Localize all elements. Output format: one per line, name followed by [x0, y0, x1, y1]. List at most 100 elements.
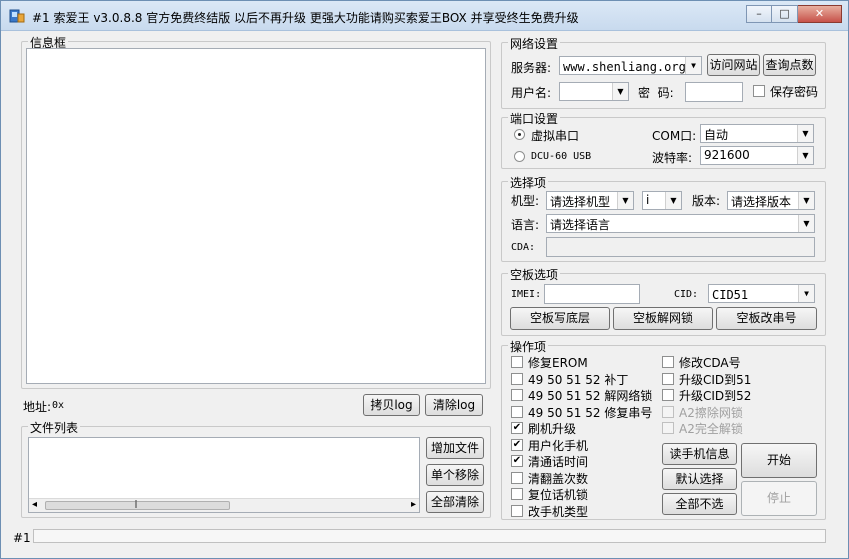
operation-label: 刷机升级 — [528, 422, 577, 436]
save-password-checkbox[interactable] — [753, 85, 765, 97]
status-bar: #1 — [1, 528, 848, 558]
operation-label: 49 50 51 52 解网络锁 — [528, 389, 653, 403]
select-group: 选择项 机型: 请选择机型 ▼ i ▼ 版本: 请选择版本 ▼ 语言: 请选择语… — [501, 174, 826, 262]
app-icon — [9, 9, 25, 23]
operation-checkbox[interactable] — [511, 389, 523, 401]
operation-checkbox[interactable] — [662, 372, 674, 385]
window-title: #1 索爱王 v3.0.8.8 官方免费终结版 以后不再升级 更强大功能请购买索… — [32, 11, 579, 25]
status-text: #1 — [13, 531, 31, 545]
operation-label: 清通话时间 — [528, 455, 589, 469]
stop-button: 停止 — [741, 481, 817, 516]
password-field[interactable] — [685, 82, 743, 102]
remove-file-button[interactable]: 单个移除 — [426, 464, 484, 486]
operation-checkbox[interactable]: ✔ — [511, 422, 523, 434]
username-label: 用户名: — [511, 86, 552, 100]
dcu-usb-radio[interactable] — [514, 151, 525, 162]
scroll-thumb[interactable]: ‖ — [45, 499, 230, 510]
version-label: 版本: — [692, 194, 721, 208]
username-select[interactable]: ▼ — [559, 82, 629, 101]
operation-checkbox[interactable]: ✔ — [511, 438, 523, 451]
i-select[interactable]: i ▼ — [642, 191, 682, 210]
com-label: COM口: — [652, 129, 697, 143]
operation-label: 改手机类型 — [528, 504, 589, 519]
minimize-button[interactable]: – — [746, 5, 772, 23]
start-button[interactable]: 开始 — [741, 443, 817, 478]
add-file-button[interactable]: 增加文件 — [426, 437, 484, 459]
chevron-down-icon: ▼ — [797, 125, 813, 142]
operation-checkbox — [662, 422, 674, 434]
baud-select[interactable]: 921600 ▼ — [700, 146, 814, 165]
imei-label: IMEI: — [511, 289, 542, 300]
operation-label: 复位话机锁 — [528, 488, 589, 502]
deselect-all-button[interactable]: 全部不选 — [662, 493, 737, 515]
chevron-down-icon: ▼ — [798, 215, 814, 232]
cid-select[interactable]: CID51 ▼ — [708, 284, 815, 303]
change-serial-button[interactable]: 空板改串号 — [716, 307, 817, 330]
operation-checkbox[interactable] — [662, 356, 674, 368]
model-select[interactable]: 请选择机型 ▼ — [546, 191, 634, 210]
address-value: 0x — [52, 400, 65, 411]
virtual-serial-radio[interactable] — [514, 129, 525, 140]
server-label: 服务器: — [511, 61, 552, 75]
virtual-serial-label: 虚拟串口 — [531, 129, 580, 143]
com-select[interactable]: 自动 ▼ — [700, 124, 814, 143]
server-select[interactable]: www.shenliang.org ▼ — [559, 56, 702, 75]
address-label: 地址: — [23, 400, 52, 414]
copy-log-button[interactable]: 拷贝log — [363, 394, 420, 416]
imei-field[interactable] — [544, 284, 640, 304]
scroll-left-icon[interactable]: ◂ — [32, 499, 37, 510]
network-label: 网络设置 — [508, 35, 561, 52]
scroll-right-icon[interactable]: ▸ — [411, 499, 416, 510]
port-label: 端口设置 — [508, 110, 561, 127]
operation-label: A2完全解锁 — [679, 422, 743, 436]
operation-label: 升级CID到52 — [679, 389, 752, 403]
file-list-scrollbar[interactable]: ◂ ‖ ▸ — [29, 498, 419, 512]
operation-checkbox[interactable] — [511, 504, 523, 517]
operation-label: 清翻盖次数 — [528, 471, 589, 486]
unlock-net-button[interactable]: 空板解网锁 — [613, 307, 713, 330]
write-bottom-button[interactable]: 空板写底层 — [510, 307, 610, 330]
cid-value: CID51 — [712, 288, 749, 302]
operation-label: 修复EROM — [528, 356, 588, 370]
operation-checkbox[interactable] — [511, 405, 523, 418]
chevron-down-icon: ▼ — [797, 147, 813, 164]
operation-label: 用户化手机 — [528, 438, 589, 453]
cda-label: CDA: — [511, 242, 536, 253]
version-select[interactable]: 请选择版本 ▼ — [727, 191, 815, 210]
operation-checkbox[interactable] — [662, 389, 674, 401]
clear-log-button[interactable]: 清除log — [425, 394, 483, 416]
language-select[interactable]: 请选择语言 ▼ — [546, 214, 815, 233]
visit-site-button[interactable]: 访问网站 — [707, 54, 760, 76]
dcu-usb-label: DCU-60 USB — [531, 151, 592, 162]
operation-checkbox[interactable] — [511, 488, 523, 500]
cid-label: CID: — [674, 289, 699, 300]
version-value: 请选择版本 — [731, 195, 792, 209]
operation-label: 49 50 51 52 修复串号 — [528, 405, 653, 420]
model-value: 请选择机型 — [550, 195, 611, 209]
operation-checkbox[interactable] — [511, 372, 523, 385]
read-info-button[interactable]: 读手机信息 — [662, 443, 737, 465]
operation-checkbox[interactable]: ✔ — [511, 455, 523, 467]
clear-files-button[interactable]: 全部清除 — [426, 491, 484, 513]
maximize-button[interactable]: □ — [772, 5, 798, 23]
status-progress — [33, 529, 826, 543]
operation-checkbox — [662, 405, 674, 418]
window-controls: – □ ✕ — [746, 5, 842, 25]
network-group: 网络设置 服务器: www.shenliang.org ▼ 访问网站 查询点数 … — [501, 35, 826, 109]
operations-group: 操作项 修复EROM 49 50 51 52 补丁 49 50 51 52 解网络锁… — [501, 338, 826, 520]
file-list-box[interactable]: ◂ ‖ ▸ — [28, 437, 420, 513]
save-password-label: 保存密码 — [770, 85, 819, 99]
operations-label: 操作项 — [508, 338, 549, 355]
operation-checkbox[interactable] — [511, 356, 523, 368]
close-button[interactable]: ✕ — [798, 5, 842, 23]
language-label: 语言: — [511, 218, 540, 232]
title-bar[interactable]: #1 索爱王 v3.0.8.8 官方免费终结版 以后不再升级 更强大功能请购买索… — [1, 1, 848, 31]
file-list-group: 文件列表 ◂ ‖ ▸ 增加文件 单个移除 全部清除 — [21, 419, 491, 518]
operation-checkbox[interactable] — [511, 471, 523, 484]
default-select-button[interactable]: 默认选择 — [662, 468, 737, 490]
baud-label: 波特率: — [652, 151, 693, 165]
cda-field — [546, 237, 815, 257]
info-box-textarea[interactable] — [26, 48, 486, 384]
query-points-button[interactable]: 查询点数 — [763, 54, 816, 76]
chevron-down-icon: ▼ — [665, 192, 681, 209]
